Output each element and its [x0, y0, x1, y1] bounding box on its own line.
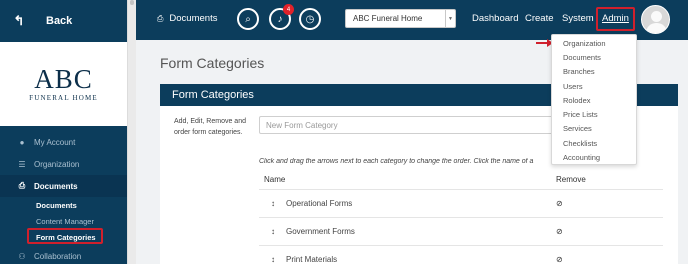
categories-table: Name Remove ↕ Operational Forms ⊘ ↕ Gove… [259, 170, 663, 264]
notification-badge: 4 [283, 4, 294, 15]
search-button[interactable]: ⌕ [237, 8, 259, 30]
remove-icon[interactable]: ⊘ [556, 255, 563, 264]
sidebar-scrollbar[interactable] [127, 0, 136, 264]
sidebar-item-my-account[interactable]: ● My Account [0, 131, 127, 153]
clock-icon: ◷ [305, 13, 315, 25]
new-category-input[interactable]: New Form Category [259, 116, 589, 134]
name-column-header: Name [264, 175, 286, 184]
table-row: ↕ Government Forms ⊘ [259, 218, 663, 246]
notifications-button[interactable]: ♪ 4 [269, 4, 294, 30]
table-header: Name Remove [259, 170, 663, 190]
sidebar-top: ↰ Back [0, 0, 127, 42]
sidebar-item-organization[interactable]: ☰ Organization [0, 153, 127, 175]
organization-select[interactable]: ABC Funeral Home ▼ [345, 9, 456, 28]
bell-icon: ♪ [277, 13, 283, 25]
menu-item-checklists[interactable]: Checklists [552, 136, 636, 150]
sidebar-item-label: Documents [34, 181, 78, 191]
sidebar-subitem-content-manager[interactable]: Content Manager [0, 213, 127, 229]
menu-item-organization[interactable]: Organization [552, 36, 636, 50]
table-row: ↕ Operational Forms ⊘ [259, 190, 663, 218]
dashboard-link[interactable]: Dashboard [472, 13, 518, 24]
sidebar: ↰ Back ABC FUNERAL HOME ● My Account ☰ O… [0, 0, 127, 264]
sidebar-subitem-label: Documents [36, 200, 77, 210]
table-row: ↕ Print Materials ⊘ [259, 246, 663, 264]
remove-icon[interactable]: ⊘ [556, 227, 563, 236]
logo-text: ABC [34, 64, 93, 94]
search-icon: ⌕ [245, 13, 251, 25]
menu-item-rolodex[interactable]: Rolodex [552, 93, 636, 107]
back-label: Back [46, 15, 73, 27]
back-button[interactable]: ↰ Back [0, 13, 73, 29]
sidebar-subitem-form-categories[interactable]: Form Categories [0, 228, 127, 245]
sidebar-nav: ● My Account ☰ Organization ⎙ Documents … [0, 126, 127, 264]
admin-dropdown-menu: Organization Documents Branches Users Ro… [551, 34, 637, 165]
avatar-body [646, 23, 667, 33]
users-icon: ⚇ [18, 251, 26, 261]
section-title: ⎙ Documents [157, 13, 217, 24]
menu-item-price-lists[interactable]: Price Lists [552, 107, 636, 121]
print-icon: ⎙ [18, 181, 26, 190]
company-logo: ABC FUNERAL HOME [0, 42, 127, 126]
drag-handle-icon[interactable]: ↕ [264, 255, 282, 264]
print-icon: ⎙ [157, 13, 164, 23]
remove-column-header: Remove [556, 175, 586, 184]
drag-handle-icon[interactable]: ↕ [264, 227, 282, 236]
create-link[interactable]: Create [525, 13, 554, 24]
remove-icon[interactable]: ⊘ [556, 199, 563, 208]
sidebar-item-documents[interactable]: ⎙ Documents [0, 175, 127, 197]
system-link[interactable]: System [562, 13, 594, 24]
user-icon: ● [19, 137, 25, 147]
sidebar-subitem-documents[interactable]: Documents [0, 197, 127, 213]
instructions-text: Click and drag the arrows next to each c… [259, 158, 534, 165]
drag-handle-icon[interactable]: ↕ [264, 199, 282, 208]
sidebar-item-collaboration[interactable]: ⚇ Collaboration [0, 245, 127, 264]
logo-subtext: FUNERAL HOME [29, 94, 98, 102]
chevron-down-icon: ▼ [445, 10, 455, 27]
menu-item-services[interactable]: Services [552, 122, 636, 136]
menu-item-users[interactable]: Users [552, 79, 636, 93]
scrollbar-thumb[interactable] [130, 0, 134, 5]
menu-item-documents[interactable]: Documents [552, 50, 636, 64]
back-arrow-icon: ↰ [13, 13, 25, 28]
sidebar-subitem-label: Content Manager [36, 216, 94, 226]
history-button[interactable]: ◷ [299, 8, 321, 30]
sidebar-item-label: Collaboration [34, 251, 82, 261]
sidebar-item-label: Organization [34, 159, 80, 169]
menu-item-accounting[interactable]: Accounting [552, 150, 636, 164]
category-name[interactable]: Government Forms [286, 227, 355, 236]
category-name[interactable]: Print Materials [286, 255, 337, 264]
organization-select-value: ABC Funeral Home [353, 14, 423, 23]
avatar[interactable] [641, 5, 670, 34]
menu-item-branches[interactable]: Branches [552, 65, 636, 79]
admin-highlight-box [596, 7, 635, 31]
page-title: Form Categories [160, 55, 265, 71]
help-text: Add, Edit, Remove and order form categor… [174, 118, 246, 136]
list-icon: ☰ [18, 159, 26, 169]
avatar-head [651, 11, 662, 22]
section-title-label: Documents [169, 13, 218, 24]
category-name[interactable]: Operational Forms [286, 199, 352, 208]
highlight-box [27, 228, 103, 244]
sidebar-item-label: My Account [34, 137, 76, 147]
